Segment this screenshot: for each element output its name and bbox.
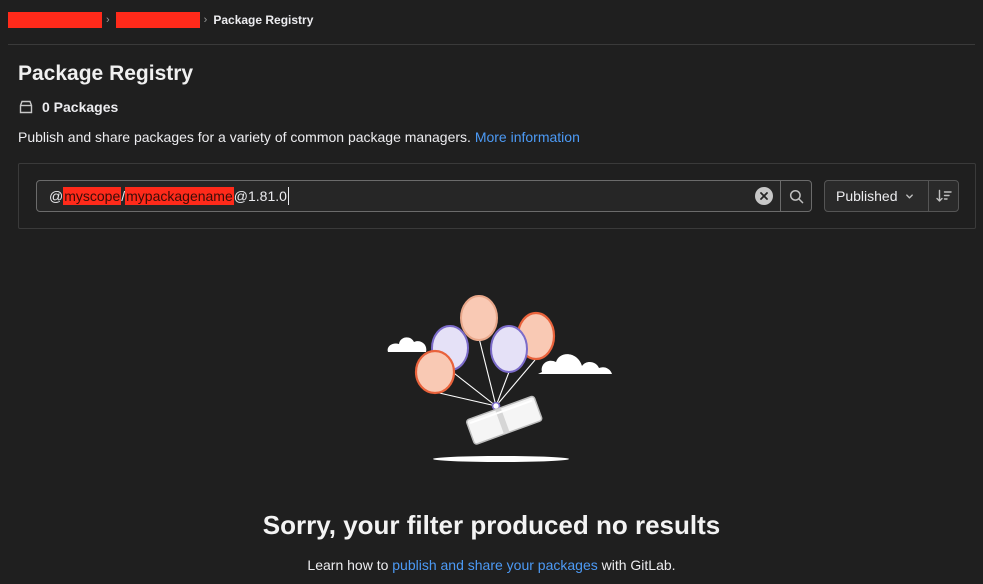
package-registry-page: › › Package Registry Package Registry 0 … <box>0 0 983 584</box>
empty-state-description: Learn how to publish and share your pack… <box>0 557 983 573</box>
package-count-label: 0 Packages <box>42 99 119 115</box>
page-title: Package Registry <box>18 62 194 85</box>
sort-dropdown-label: Published <box>836 188 898 204</box>
description-text: Publish and share packages for a variety… <box>18 129 471 145</box>
package-count: 0 Packages <box>18 99 118 115</box>
search-input[interactable]: @ myscope / mypackagename @1.81.0 <box>36 180 812 212</box>
search-token-suffix: @1.81.0 <box>233 188 287 204</box>
breadcrumb-item-redacted-2[interactable] <box>115 12 200 28</box>
sort-dropdown[interactable]: Published <box>825 181 929 211</box>
search-token-name-redacted: mypackagename <box>125 187 234 205</box>
text-caret <box>287 187 289 205</box>
balloons-illustration <box>380 295 612 462</box>
breadcrumb: › › Package Registry <box>8 10 313 30</box>
search-icon <box>789 189 803 203</box>
search-token-prefix: @ <box>49 188 64 204</box>
empty-state-title: Sorry, your filter produced no results <box>262 510 721 540</box>
sort-direction-button[interactable] <box>929 181 958 211</box>
search-button[interactable] <box>780 181 811 211</box>
breadcrumb-current[interactable]: Package Registry <box>213 13 313 27</box>
clear-search-button[interactable] <box>755 187 773 205</box>
breadcrumb-separator: › <box>203 14 208 26</box>
sort-control: Published <box>824 180 959 212</box>
publish-packages-link[interactable]: publish and share your packages <box>392 557 597 573</box>
page-description: Publish and share packages for a variety… <box>18 129 580 145</box>
package-icon <box>18 99 34 115</box>
chevron-down-icon <box>905 192 914 201</box>
empty-state-desc-prefix: Learn how to <box>307 557 393 573</box>
breadcrumb-separator: › <box>106 14 110 26</box>
more-information-link[interactable]: More information <box>475 129 580 145</box>
header-divider <box>8 44 975 45</box>
empty-state-desc-suffix: with GitLab. <box>597 557 676 573</box>
sort-lowest-icon <box>935 189 952 202</box>
filter-panel: @ myscope / mypackagename @1.81.0 Publis… <box>18 163 976 229</box>
search-token-scope-redacted: myscope <box>63 187 122 205</box>
close-icon <box>760 192 768 200</box>
breadcrumb-item-redacted-1[interactable] <box>8 12 102 28</box>
search-input-value[interactable]: @ myscope / mypackagename @1.81.0 <box>37 181 811 211</box>
